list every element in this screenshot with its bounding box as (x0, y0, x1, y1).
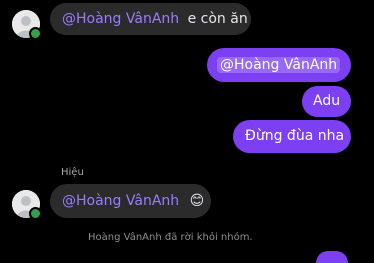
message-text: Đừng đùa nha (245, 128, 345, 144)
mention-link[interactable]: @Hoàng VânAnh (217, 57, 341, 73)
online-status-icon (29, 27, 42, 40)
outgoing-message-bubble[interactable]: @Hoàng VânAnh (207, 48, 351, 82)
incoming-message-bubble[interactable]: @Hoàng VânAnh e còn ăn (50, 3, 251, 35)
sender-name: Hiệu (61, 167, 84, 178)
system-notice: Hoàng VânAnh đã rời khỏi nhóm. (88, 232, 253, 243)
outgoing-message-bubble-partial[interactable] (316, 251, 348, 263)
mention-link[interactable]: @Hoàng VânAnh (62, 11, 179, 27)
incoming-message-bubble[interactable]: @Hoàng VânAnh 😊 (50, 184, 211, 218)
mention-link[interactable]: @Hoàng VânAnh (62, 193, 179, 209)
outgoing-message-bubble[interactable]: Adu (302, 86, 351, 117)
outgoing-message-bubble[interactable]: Đừng đùa nha (233, 120, 351, 153)
message-text: Adu (313, 93, 341, 109)
online-status-icon (29, 207, 42, 220)
smiling-face-emoji: 😊 (189, 193, 205, 209)
message-text: e còn ăn (187, 11, 248, 27)
